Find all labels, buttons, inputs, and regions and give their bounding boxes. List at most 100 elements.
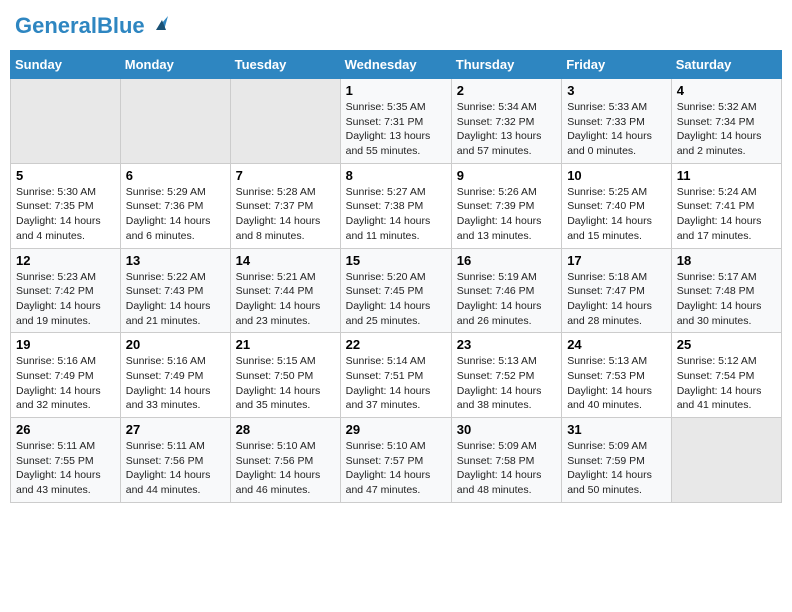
day-info: Sunrise: 5:25 AM Sunset: 7:40 PM Dayligh… [567, 185, 666, 244]
calendar-cell: 2 Sunrise: 5:34 AM Sunset: 7:32 PM Daylig… [451, 79, 561, 164]
day-number: 11 [677, 168, 776, 183]
day-number: 21 [236, 337, 335, 352]
day-number: 16 [457, 253, 556, 268]
column-header-monday: Monday [120, 51, 230, 79]
day-info: Sunrise: 5:16 AM Sunset: 7:49 PM Dayligh… [16, 354, 115, 413]
day-info: Sunrise: 5:18 AM Sunset: 7:47 PM Dayligh… [567, 270, 666, 329]
calendar-week-row: 12 Sunrise: 5:23 AM Sunset: 7:42 PM Dayli… [11, 248, 782, 333]
calendar-table: SundayMondayTuesdayWednesdayThursdayFrid… [10, 50, 782, 503]
day-number: 7 [236, 168, 335, 183]
column-header-thursday: Thursday [451, 51, 561, 79]
day-info: Sunrise: 5:35 AM Sunset: 7:31 PM Dayligh… [346, 100, 446, 159]
day-number: 18 [677, 253, 776, 268]
calendar-cell: 17 Sunrise: 5:18 AM Sunset: 7:47 PM Dayli… [562, 248, 672, 333]
calendar-cell: 11 Sunrise: 5:24 AM Sunset: 7:41 PM Dayli… [671, 163, 781, 248]
day-info: Sunrise: 5:26 AM Sunset: 7:39 PM Dayligh… [457, 185, 556, 244]
calendar-cell: 4Sunrise: 5:32 AM Sunset: 7:34 PM Daylig… [671, 79, 781, 164]
calendar-week-row: 19 Sunrise: 5:16 AM Sunset: 7:49 PM Dayli… [11, 333, 782, 418]
calendar-cell: 13 Sunrise: 5:22 AM Sunset: 7:43 PM Dayli… [120, 248, 230, 333]
logo-general: General [15, 13, 97, 38]
day-number: 8 [346, 168, 446, 183]
day-number: 4 [677, 83, 776, 98]
day-number: 13 [126, 253, 225, 268]
day-info: Sunrise: 5:27 AM Sunset: 7:38 PM Dayligh… [346, 185, 446, 244]
calendar-cell: 3Sunrise: 5:33 AM Sunset: 7:33 PM Daylig… [562, 79, 672, 164]
day-info: Sunrise: 5:09 AM Sunset: 7:59 PM Dayligh… [567, 439, 666, 498]
logo-text: GeneralBlue [15, 15, 145, 37]
day-number: 19 [16, 337, 115, 352]
day-number: 1 [346, 83, 446, 98]
day-number: 6 [126, 168, 225, 183]
calendar-cell: 20 Sunrise: 5:16 AM Sunset: 7:49 PM Dayli… [120, 333, 230, 418]
day-info: Sunrise: 5:13 AM Sunset: 7:53 PM Dayligh… [567, 354, 666, 413]
day-number: 3 [567, 83, 666, 98]
calendar-cell [230, 79, 340, 164]
day-info: Sunrise: 5:10 AM Sunset: 7:56 PM Dayligh… [236, 439, 335, 498]
calendar-cell: 26Sunrise: 5:11 AM Sunset: 7:55 PM Dayli… [11, 418, 121, 503]
day-info: Sunrise: 5:30 AM Sunset: 7:35 PM Dayligh… [16, 185, 115, 244]
calendar-cell: 22Sunrise: 5:14 AM Sunset: 7:51 PM Dayli… [340, 333, 451, 418]
calendar-cell: 12 Sunrise: 5:23 AM Sunset: 7:42 PM Dayli… [11, 248, 121, 333]
day-info: Sunrise: 5:11 AM Sunset: 7:56 PM Dayligh… [126, 439, 225, 498]
day-number: 10 [567, 168, 666, 183]
calendar-header-row: SundayMondayTuesdayWednesdayThursdayFrid… [11, 51, 782, 79]
calendar-cell: 23 Sunrise: 5:13 AM Sunset: 7:52 PM Dayli… [451, 333, 561, 418]
day-info: Sunrise: 5:29 AM Sunset: 7:36 PM Dayligh… [126, 185, 225, 244]
day-number: 20 [126, 337, 225, 352]
day-info: Sunrise: 5:15 AM Sunset: 7:50 PM Dayligh… [236, 354, 335, 413]
day-number: 31 [567, 422, 666, 437]
calendar-cell: 27Sunrise: 5:11 AM Sunset: 7:56 PM Dayli… [120, 418, 230, 503]
calendar-cell: 19 Sunrise: 5:16 AM Sunset: 7:49 PM Dayli… [11, 333, 121, 418]
day-number: 5 [16, 168, 115, 183]
day-info: Sunrise: 5:16 AM Sunset: 7:49 PM Dayligh… [126, 354, 225, 413]
calendar-cell: 28 Sunrise: 5:10 AM Sunset: 7:56 PM Dayli… [230, 418, 340, 503]
day-number: 29 [346, 422, 446, 437]
day-info: Sunrise: 5:34 AM Sunset: 7:32 PM Dayligh… [457, 100, 556, 159]
day-info: Sunrise: 5:12 AM Sunset: 7:54 PM Dayligh… [677, 354, 776, 413]
calendar-cell: 10 Sunrise: 5:25 AM Sunset: 7:40 PM Dayli… [562, 163, 672, 248]
calendar-cell: 8 Sunrise: 5:27 AM Sunset: 7:38 PM Daylig… [340, 163, 451, 248]
calendar-week-row: 5 Sunrise: 5:30 AM Sunset: 7:35 PM Daylig… [11, 163, 782, 248]
calendar-week-row: 26Sunrise: 5:11 AM Sunset: 7:55 PM Dayli… [11, 418, 782, 503]
day-number: 25 [677, 337, 776, 352]
column-header-wednesday: Wednesday [340, 51, 451, 79]
day-info: Sunrise: 5:19 AM Sunset: 7:46 PM Dayligh… [457, 270, 556, 329]
day-info: Sunrise: 5:09 AM Sunset: 7:58 PM Dayligh… [457, 439, 556, 498]
day-number: 17 [567, 253, 666, 268]
column-header-sunday: Sunday [11, 51, 121, 79]
day-number: 24 [567, 337, 666, 352]
calendar-cell [11, 79, 121, 164]
day-info: Sunrise: 5:21 AM Sunset: 7:44 PM Dayligh… [236, 270, 335, 329]
day-number: 23 [457, 337, 556, 352]
calendar-cell: 6 Sunrise: 5:29 AM Sunset: 7:36 PM Daylig… [120, 163, 230, 248]
logo-blue: Blue [97, 13, 145, 38]
day-info: Sunrise: 5:23 AM Sunset: 7:42 PM Dayligh… [16, 270, 115, 329]
calendar-cell: 31 Sunrise: 5:09 AM Sunset: 7:59 PM Dayli… [562, 418, 672, 503]
day-number: 12 [16, 253, 115, 268]
day-info: Sunrise: 5:17 AM Sunset: 7:48 PM Dayligh… [677, 270, 776, 329]
calendar-cell: 30Sunrise: 5:09 AM Sunset: 7:58 PM Dayli… [451, 418, 561, 503]
logo-icon [148, 10, 172, 34]
calendar-cell: 1 Sunrise: 5:35 AM Sunset: 7:31 PM Daylig… [340, 79, 451, 164]
calendar-cell: 14 Sunrise: 5:21 AM Sunset: 7:44 PM Dayli… [230, 248, 340, 333]
column-header-saturday: Saturday [671, 51, 781, 79]
calendar-cell: 7Sunrise: 5:28 AM Sunset: 7:37 PM Daylig… [230, 163, 340, 248]
day-info: Sunrise: 5:20 AM Sunset: 7:45 PM Dayligh… [346, 270, 446, 329]
day-number: 26 [16, 422, 115, 437]
calendar-cell: 9Sunrise: 5:26 AM Sunset: 7:39 PM Daylig… [451, 163, 561, 248]
day-number: 28 [236, 422, 335, 437]
calendar-week-row: 1 Sunrise: 5:35 AM Sunset: 7:31 PM Daylig… [11, 79, 782, 164]
column-header-tuesday: Tuesday [230, 51, 340, 79]
day-number: 15 [346, 253, 446, 268]
day-info: Sunrise: 5:22 AM Sunset: 7:43 PM Dayligh… [126, 270, 225, 329]
day-info: Sunrise: 5:13 AM Sunset: 7:52 PM Dayligh… [457, 354, 556, 413]
column-header-friday: Friday [562, 51, 672, 79]
day-info: Sunrise: 5:14 AM Sunset: 7:51 PM Dayligh… [346, 354, 446, 413]
page-header: GeneralBlue [10, 10, 782, 42]
day-number: 2 [457, 83, 556, 98]
calendar-cell: 25 Sunrise: 5:12 AM Sunset: 7:54 PM Dayli… [671, 333, 781, 418]
day-info: Sunrise: 5:24 AM Sunset: 7:41 PM Dayligh… [677, 185, 776, 244]
calendar-cell: 29 Sunrise: 5:10 AM Sunset: 7:57 PM Dayli… [340, 418, 451, 503]
day-info: Sunrise: 5:10 AM Sunset: 7:57 PM Dayligh… [346, 439, 446, 498]
day-number: 14 [236, 253, 335, 268]
